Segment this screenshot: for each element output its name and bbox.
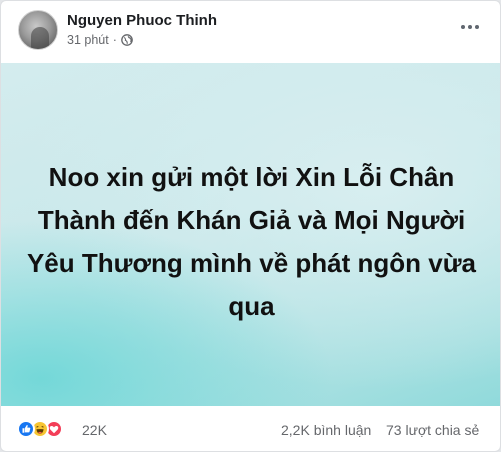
reaction-count[interactable]: 22K	[82, 422, 107, 438]
meta-separator: ·	[112, 33, 117, 47]
avatar[interactable]	[18, 10, 58, 50]
post-meta: 31 phút ·	[67, 33, 133, 47]
like-reaction-icon	[17, 420, 35, 438]
globe-icon[interactable]	[121, 34, 133, 46]
reaction-icons[interactable]	[17, 420, 63, 438]
share-count-link[interactable]: 73 lượt chia sẻ	[386, 422, 479, 438]
post-footer: 22K 2,2K bình luận 73 lượt chia sẻ	[1, 411, 500, 451]
post-background: Noo xin gửi một lời Xin Lỗi Chân Thành đ…	[1, 63, 500, 406]
post-time[interactable]: 31 phút	[67, 33, 109, 47]
author-name[interactable]: Nguyen Phuoc Thinh	[67, 12, 217, 29]
post-body-text: Noo xin gửi một lời Xin Lỗi Chân Thành đ…	[26, 162, 477, 321]
more-options-icon[interactable]	[456, 15, 484, 39]
post-card: Nguyen Phuoc Thinh 31 phút · Noo xin gửi…	[0, 0, 501, 452]
comment-count-link[interactable]: 2,2K bình luận	[281, 422, 371, 438]
post-header: Nguyen Phuoc Thinh 31 phút ·	[1, 1, 500, 61]
